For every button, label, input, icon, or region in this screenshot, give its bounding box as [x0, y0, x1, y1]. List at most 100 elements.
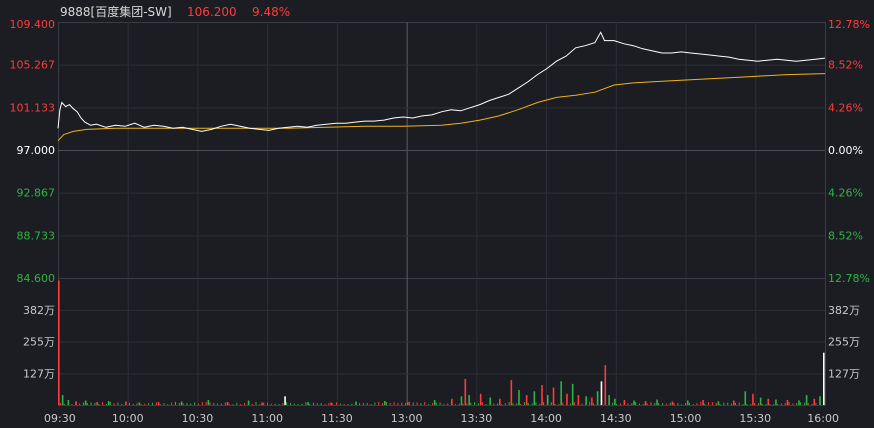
volume-bar — [468, 395, 470, 405]
volume-bar — [562, 402, 564, 405]
volume-bar — [401, 402, 403, 405]
volume-bar — [708, 402, 710, 405]
volume-bar — [819, 396, 821, 405]
volume-bar — [138, 402, 141, 405]
volume-bar — [213, 402, 215, 405]
volume-bar — [520, 403, 522, 405]
volume-bar — [750, 404, 752, 405]
volume-bar — [734, 402, 736, 405]
volume-bar — [644, 401, 647, 405]
volume-bar — [796, 403, 798, 405]
volume-bar — [397, 402, 399, 405]
volume-axis-tick-label: 255万 — [828, 336, 860, 349]
volume-bar — [178, 403, 180, 405]
time-axis-tick-label: 14:30 — [600, 412, 632, 425]
volume-bar — [815, 403, 817, 405]
volume-bar — [113, 403, 115, 405]
volume-bar — [220, 403, 222, 405]
volume-bar — [247, 400, 250, 405]
volume-bar — [665, 403, 667, 405]
volume-axis-tick-label: 127万 — [828, 367, 860, 380]
volume-bar — [284, 396, 286, 405]
volume-bar — [460, 396, 463, 405]
volume-bar — [627, 403, 629, 405]
percent-axis-tick-label: 8.52% — [828, 59, 863, 72]
volume-bar — [336, 402, 338, 405]
volume-bar — [96, 402, 98, 405]
volume-bar — [769, 403, 771, 405]
volume-bar — [692, 404, 694, 405]
volume-bar — [633, 400, 635, 405]
volume-bar — [232, 404, 234, 405]
volume-bar — [731, 403, 733, 405]
volume-bar — [702, 400, 704, 405]
percent-axis-tick-label: 4.26% — [828, 101, 863, 114]
volume-bar — [604, 365, 607, 405]
volume-bar — [775, 399, 777, 405]
volume-bar — [205, 401, 207, 405]
volume-bar — [63, 403, 65, 405]
volume-bar — [823, 352, 825, 405]
volume-bar — [393, 402, 395, 405]
volume-bar — [278, 404, 280, 405]
price-axis-tick-label: 109.400 — [10, 18, 56, 31]
volume-bar — [533, 391, 536, 405]
volume-bar — [704, 403, 706, 405]
volume-bar — [577, 395, 580, 405]
volume-bar — [516, 403, 518, 405]
percent-axis-tick-label: 12.78% — [828, 272, 870, 285]
volume-bar — [144, 403, 146, 405]
volume-bar — [784, 403, 786, 405]
volume-bar — [71, 404, 73, 405]
volume-bar — [596, 391, 599, 405]
volume-bar — [383, 401, 386, 405]
volume-bar — [159, 403, 161, 405]
volume-bar — [406, 402, 409, 405]
volume-bar — [585, 396, 587, 405]
volume-axis-tick-label: 382万 — [23, 304, 55, 317]
volume-bar — [535, 402, 537, 405]
volume-bar — [274, 403, 276, 405]
volume-bar — [109, 401, 111, 405]
volume-bar — [136, 403, 138, 405]
volume-bar — [416, 402, 418, 405]
volume-bar — [67, 400, 70, 405]
time-axis-tick-label: 16:00 — [807, 412, 839, 425]
time-axis-tick-label: 13:00 — [391, 412, 423, 425]
volume-bar — [458, 403, 460, 405]
volume-bar — [405, 403, 407, 405]
volume-bar — [305, 402, 307, 405]
volume-bar — [282, 402, 284, 405]
volume-bar — [639, 403, 641, 405]
volume-bar — [186, 403, 188, 405]
volume-bar — [243, 403, 245, 405]
volume-bar — [374, 402, 376, 405]
volume-bar — [571, 383, 574, 405]
volume-bar — [773, 403, 775, 405]
volume-bar — [767, 398, 770, 405]
volume-bar — [805, 395, 808, 405]
volume-bar — [389, 403, 391, 405]
volume-bar — [316, 403, 318, 405]
volume-bar — [132, 403, 134, 405]
time-axis-tick-label: 15:00 — [670, 412, 702, 425]
volume-bar — [719, 404, 721, 405]
volume-bar — [523, 402, 525, 405]
volume-bar — [539, 403, 541, 405]
volume-bar — [573, 401, 575, 405]
volume-bar — [800, 402, 802, 405]
volume-bar — [435, 402, 437, 405]
volume-bar — [194, 402, 196, 405]
volume-bar — [474, 402, 476, 405]
volume-bar — [510, 380, 513, 405]
volume-bar — [765, 404, 767, 405]
volume-bar — [744, 391, 747, 405]
volume-bar — [301, 403, 303, 405]
volume-bar — [286, 402, 288, 405]
volume-bar — [443, 403, 445, 405]
volume-bar — [217, 403, 219, 405]
volume-bar — [642, 404, 644, 405]
change-percent-label: 9.48% — [252, 5, 290, 19]
price-axis-tick-label: 88.733 — [17, 229, 56, 242]
volume-bar — [462, 403, 464, 405]
